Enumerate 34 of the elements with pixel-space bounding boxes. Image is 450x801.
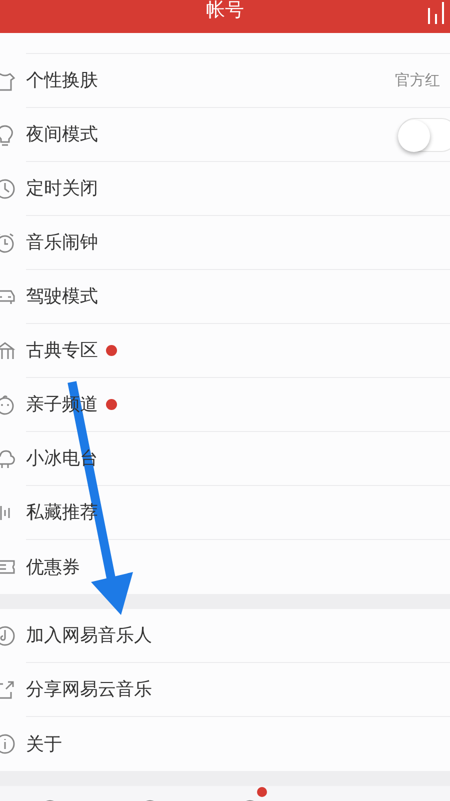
menu-label: 音乐闹钟 [26, 231, 98, 255]
toggle-switch[interactable] [398, 118, 450, 152]
menu-label: 个性换肤 [26, 69, 98, 93]
equalizer-icon[interactable] [426, 2, 446, 24]
menu-item[interactable]: 个性换肤 官方红 [0, 54, 450, 108]
menu-label: 分享网易云音乐 [26, 678, 152, 702]
share-icon [0, 679, 16, 701]
cloud-icon [0, 448, 16, 470]
menu-item[interactable]: 分享网易云音乐 [0, 663, 450, 717]
clock-icon [0, 178, 16, 200]
baby-face-icon [0, 394, 16, 416]
menu-label: 加入网易音乐人 [26, 624, 152, 648]
menu-item[interactable]: 古典专区 [0, 324, 450, 378]
menu-item[interactable]: 夜间模式 [0, 108, 450, 162]
info-icon [0, 733, 16, 755]
menu-label: 驾驶模式 [26, 285, 98, 309]
bulb-icon [0, 124, 16, 146]
menu-item[interactable]: 优惠券 [0, 540, 450, 594]
shirt-icon [0, 70, 16, 92]
menu-label: 古典专区 [26, 339, 98, 363]
menu-label: 优惠券 [26, 556, 80, 580]
setting-value: 官方红 [395, 70, 440, 92]
menu-label: 定时关闭 [26, 177, 98, 201]
menu-item[interactable]: 关于 [0, 717, 450, 771]
page-title: 帐号 [205, 0, 245, 20]
menu-item[interactable]: 音乐闹钟 [0, 216, 450, 270]
menu-item[interactable]: 定时关闭 [0, 162, 450, 216]
menu-label: 夜间模式 [26, 123, 98, 147]
menu-label: 关于 [26, 732, 62, 756]
music-note-icon [0, 625, 16, 647]
alarm-icon [0, 232, 16, 254]
menu-item[interactable]: 加入网易音乐人 [0, 609, 450, 663]
menu-item[interactable]: 驾驶模式 [0, 270, 450, 324]
piano-icon [0, 340, 16, 362]
